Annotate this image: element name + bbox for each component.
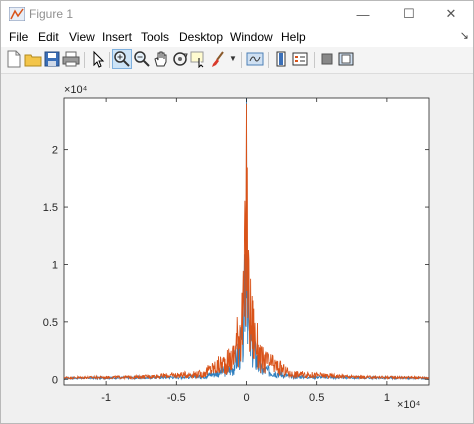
menu-bar: File Edit View Insert Tools Desktop Wind… bbox=[1, 27, 473, 47]
pan-hand-icon[interactable] bbox=[152, 50, 170, 68]
menu-window[interactable]: Window bbox=[230, 30, 273, 44]
zoom-in-icon[interactable] bbox=[112, 49, 132, 69]
toolbar-separator bbox=[84, 52, 85, 68]
brush-icon[interactable] bbox=[209, 50, 227, 68]
insert-legend-icon[interactable] bbox=[291, 50, 309, 68]
dock-arrow-icon[interactable]: ↘ bbox=[460, 29, 469, 42]
insert-colorbar-icon[interactable] bbox=[272, 50, 290, 68]
y-tick-label: 1 bbox=[52, 259, 58, 271]
minimize-icon: — bbox=[356, 6, 370, 22]
maximize-icon: ☐ bbox=[403, 6, 415, 21]
matlab-figure-icon bbox=[9, 7, 25, 21]
print-icon[interactable] bbox=[62, 50, 80, 68]
toolbar-separator bbox=[241, 52, 242, 68]
x-tick-label: -0.5 bbox=[167, 392, 186, 404]
menu-insert[interactable]: Insert bbox=[102, 30, 132, 44]
y-tick-label: 2 bbox=[52, 145, 58, 157]
open-file-icon[interactable] bbox=[24, 50, 42, 68]
title-bar: Figure 1 — ☐ ✕ bbox=[1, 1, 473, 27]
show-plot-tools-icon[interactable] bbox=[337, 50, 355, 68]
data-cursor-icon[interactable] bbox=[190, 50, 208, 68]
plot-svg[interactable]: -1 -0.5 0 0.5 1 0 0.5 1 1.5 2 ×10⁴ ×10⁴ bbox=[1, 74, 473, 423]
menu-desktop[interactable]: Desktop bbox=[179, 30, 223, 44]
menu-view[interactable]: View bbox=[69, 30, 95, 44]
menu-file[interactable]: File bbox=[9, 30, 28, 44]
window-title: Figure 1 bbox=[29, 7, 74, 21]
y-tick-label: 0.5 bbox=[43, 317, 58, 329]
maximize-button[interactable]: ☐ bbox=[387, 1, 431, 27]
menu-edit[interactable]: Edit bbox=[38, 30, 59, 44]
x-tick-label: -1 bbox=[101, 392, 111, 404]
hide-plot-tools-icon[interactable] bbox=[318, 50, 336, 68]
link-plot-icon[interactable] bbox=[246, 50, 264, 68]
x-tick-label: 0 bbox=[243, 392, 249, 404]
toolbar-separator bbox=[109, 52, 110, 68]
edit-plot-arrow-icon[interactable] bbox=[89, 50, 107, 68]
brush-dropdown-chevron-icon[interactable]: ▼ bbox=[229, 54, 237, 63]
y-tick-label: 1.5 bbox=[43, 202, 58, 214]
zoom-out-icon[interactable] bbox=[133, 50, 151, 68]
rotate-3d-icon[interactable] bbox=[171, 50, 189, 68]
figure-toolbar: ▼ bbox=[1, 47, 473, 74]
x-tick-label: 0.5 bbox=[309, 392, 324, 404]
close-icon: ✕ bbox=[445, 6, 457, 21]
close-button[interactable]: ✕ bbox=[429, 1, 473, 27]
figure-window: Figure 1 — ☐ ✕ File Edit View Insert Too… bbox=[0, 0, 474, 424]
menu-tools[interactable]: Tools bbox=[141, 30, 169, 44]
y-exponent-label: ×10⁴ bbox=[64, 84, 88, 96]
y-tick-label: 0 bbox=[52, 374, 58, 386]
x-tick-label: 1 bbox=[384, 392, 390, 404]
menu-help[interactable]: Help bbox=[281, 30, 306, 44]
figure-canvas: -1 -0.5 0 0.5 1 0 0.5 1 1.5 2 ×10⁴ ×10⁴ bbox=[1, 74, 473, 423]
x-exponent-label: ×10⁴ bbox=[397, 399, 421, 411]
new-figure-icon[interactable] bbox=[5, 50, 23, 68]
toolbar-separator bbox=[268, 52, 269, 68]
minimize-button[interactable]: — bbox=[341, 1, 385, 27]
save-icon[interactable] bbox=[43, 50, 61, 68]
toolbar-separator bbox=[314, 52, 315, 68]
